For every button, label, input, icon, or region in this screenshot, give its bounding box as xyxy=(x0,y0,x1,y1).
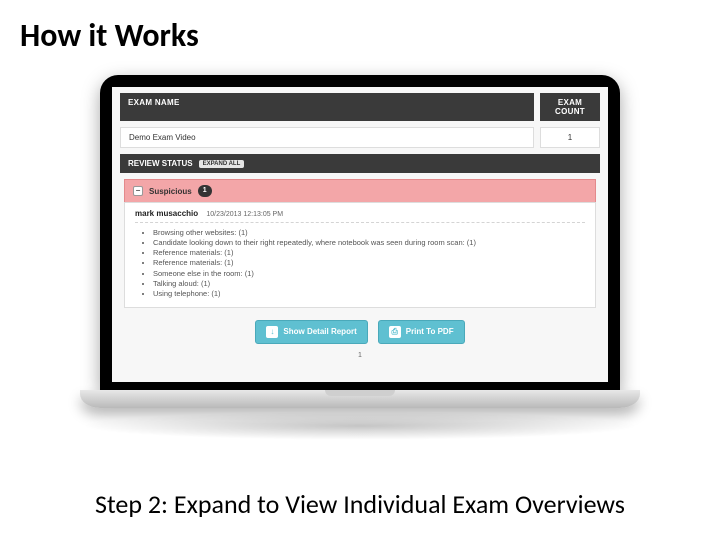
print-pdf-label: Print To PDF xyxy=(406,327,454,336)
student-timestamp: 10/23/2013 12:13:05 PM xyxy=(206,211,283,218)
collapse-icon[interactable]: − xyxy=(133,186,143,196)
review-status-label: REVIEW STATUS xyxy=(128,159,193,168)
alert-card: − Suspicious 1 mark musacchio 10/23/2013… xyxy=(112,179,608,314)
laptop-mockup: EXAM NAME EXAM COUNT Demo Exam Video 1 R… xyxy=(80,75,640,440)
review-status-row: REVIEW STATUS EXPAND ALL xyxy=(112,154,608,179)
list-item: Reference materials: (1) xyxy=(153,248,585,258)
list-item: Candidate looking down to their right re… xyxy=(153,238,585,248)
exam-name-value: Demo Exam Video xyxy=(120,127,534,148)
status-badge: 1 xyxy=(198,185,212,197)
app-screen: EXAM NAME EXAM COUNT Demo Exam Video 1 R… xyxy=(112,87,608,382)
column-values: Demo Exam Video 1 xyxy=(112,127,608,154)
review-status-header: REVIEW STATUS EXPAND ALL xyxy=(120,154,600,173)
alert-header[interactable]: − Suspicious 1 xyxy=(124,179,596,202)
slide-caption: Step 2: Expand to View Individual Exam O… xyxy=(0,488,720,520)
expand-all-button[interactable]: EXPAND ALL xyxy=(199,160,245,168)
print-icon: ⎙ xyxy=(389,326,401,338)
list-item: Reference materials: (1) xyxy=(153,258,585,268)
download-icon: ↓ xyxy=(266,326,278,338)
pager: 1 xyxy=(112,352,608,363)
list-item: Browsing other websites: (1) xyxy=(153,228,585,238)
list-item: Someone else in the room: (1) xyxy=(153,269,585,279)
column-headers: EXAM NAME EXAM COUNT xyxy=(112,87,608,127)
action-buttons: ↓ Show Detail Report ⎙ Print To PDF xyxy=(112,314,608,352)
alert-body: mark musacchio 10/23/2013 12:13:05 PM Br… xyxy=(124,202,596,308)
status-label: Suspicious xyxy=(149,187,192,196)
exam-name-header: EXAM NAME xyxy=(120,93,534,121)
slide-title: How it Works xyxy=(0,0,720,55)
print-to-pdf-button[interactable]: ⎙ Print To PDF xyxy=(378,320,465,344)
list-item: Using telephone: (1) xyxy=(153,289,585,299)
laptop-notch xyxy=(325,390,395,396)
exam-count-header: EXAM COUNT xyxy=(540,93,600,121)
detail-report-label: Show Detail Report xyxy=(283,327,356,336)
laptop-screen-bezel: EXAM NAME EXAM COUNT Demo Exam Video 1 R… xyxy=(100,75,620,390)
student-name: mark musacchio xyxy=(135,209,198,218)
show-detail-report-button[interactable]: ↓ Show Detail Report xyxy=(255,320,367,344)
laptop-base xyxy=(80,390,640,408)
exam-count-value: 1 xyxy=(540,127,600,148)
student-row: mark musacchio 10/23/2013 12:13:05 PM xyxy=(135,209,585,223)
list-item: Talking aloud: (1) xyxy=(153,279,585,289)
laptop-shadow xyxy=(80,412,640,440)
incident-list: Browsing other websites: (1) Candidate l… xyxy=(135,228,585,299)
